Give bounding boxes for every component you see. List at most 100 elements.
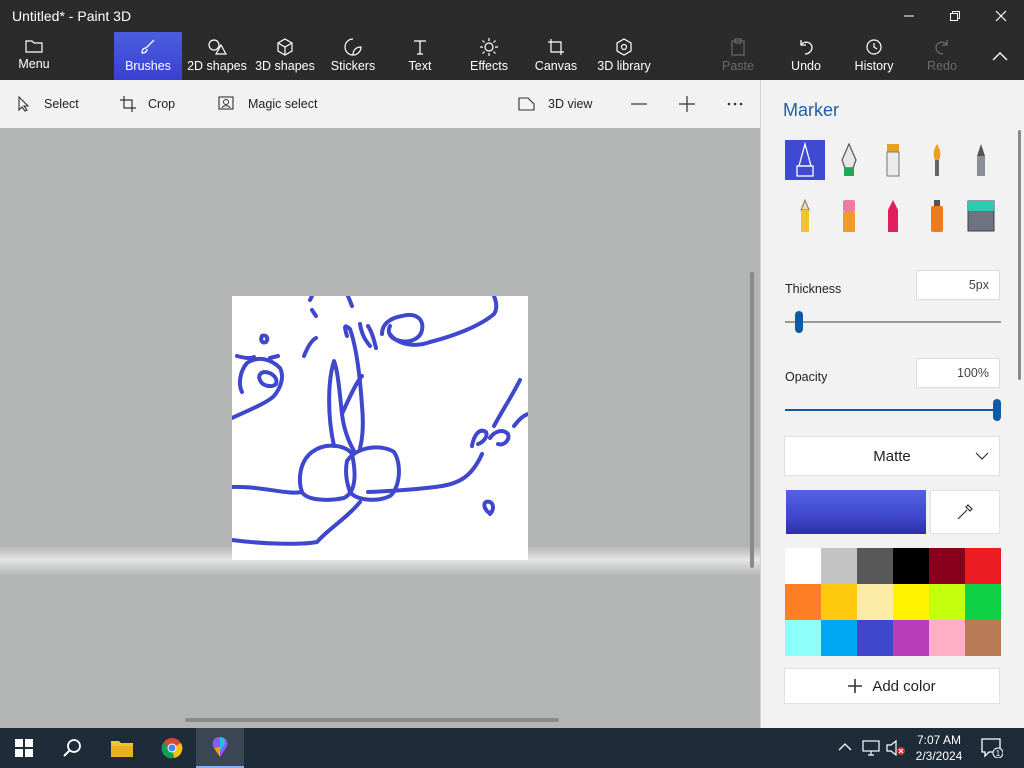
opacity-slider-thumb[interactable] <box>993 399 1001 421</box>
select-button[interactable]: Select <box>16 80 79 128</box>
redo-label: Redo <box>927 59 957 73</box>
workspace <box>0 128 760 728</box>
tab-label: 3D shapes <box>255 59 315 73</box>
start-button[interactable] <box>0 728 48 768</box>
drawing-canvas[interactable] <box>232 296 528 560</box>
color-swatch[interactable] <box>857 548 893 584</box>
history-label: History <box>854 59 894 73</box>
color-palette <box>785 548 1001 656</box>
3d-library-icon <box>616 38 632 56</box>
color-swatch[interactable] <box>857 584 893 620</box>
pencil-brush[interactable] <box>785 196 825 236</box>
collapse-ribbon-button[interactable] <box>980 32 1020 80</box>
eraser-brush[interactable] <box>829 196 869 236</box>
history-icon <box>866 39 882 55</box>
finish-dropdown[interactable]: Matte <box>784 436 1000 476</box>
chevron-up-icon[interactable] <box>838 742 852 752</box>
marker-brush[interactable] <box>785 140 825 180</box>
color-swatch[interactable] <box>785 548 821 584</box>
oil-brush[interactable] <box>873 140 913 180</box>
redo-icon <box>935 40 948 55</box>
crayon-brush[interactable] <box>873 196 913 236</box>
thickness-slider[interactable] <box>785 321 1001 323</box>
paste-button[interactable]: Paste <box>718 32 758 80</box>
thickness-input[interactable]: 5px <box>916 270 1000 300</box>
panel-scrollbar[interactable] <box>1018 130 1021 380</box>
menu-button[interactable]: Menu <box>0 32 68 80</box>
tab-canvas[interactable]: Canvas <box>528 32 584 80</box>
thickness-slider-thumb[interactable] <box>795 311 804 333</box>
tab-label: 3D library <box>597 59 651 73</box>
current-color-swatch[interactable] <box>786 490 926 534</box>
undo-button[interactable]: Undo <box>784 32 828 80</box>
action-center-button[interactable]: 1 <box>972 728 1012 768</box>
effects-icon <box>480 38 498 56</box>
color-swatch[interactable] <box>965 548 1001 584</box>
file-explorer-button[interactable] <box>98 728 146 768</box>
fill-brush[interactable] <box>961 196 1001 236</box>
crop-button[interactable]: Crop <box>120 80 175 128</box>
color-swatch[interactable] <box>965 620 1001 656</box>
tab-stickers[interactable]: Stickers <box>322 32 384 80</box>
calligraphy-pen-brush[interactable] <box>829 140 869 180</box>
color-swatch[interactable] <box>929 584 965 620</box>
chrome-button[interactable] <box>148 728 196 768</box>
zoom-in-button[interactable] <box>678 80 696 128</box>
3d-view-button[interactable]: 3D view <box>518 80 592 128</box>
color-swatch[interactable] <box>821 620 857 656</box>
pencil-icon <box>800 198 810 232</box>
vertical-scrollbar[interactable] <box>750 272 754 568</box>
color-swatch[interactable] <box>893 584 929 620</box>
opacity-label: Opacity <box>785 370 828 384</box>
tab-label: Canvas <box>534 59 578 73</box>
paint3d-button[interactable] <box>196 728 244 768</box>
horizontal-scrollbar[interactable] <box>185 718 559 722</box>
color-swatch[interactable] <box>785 584 821 620</box>
zoom-out-button[interactable] <box>630 80 648 128</box>
search-button[interactable] <box>48 728 96 768</box>
plus-icon <box>848 679 863 693</box>
magic-select-button[interactable]: Magic select <box>218 80 317 128</box>
tool-bar: Select Crop Magic select 3D view <box>0 80 760 128</box>
tab-effects[interactable]: Effects <box>462 32 516 80</box>
add-color-button[interactable]: Add color <box>784 668 1000 704</box>
color-swatch[interactable] <box>893 620 929 656</box>
tab-brushes[interactable]: Brushes <box>114 32 182 80</box>
color-swatch[interactable] <box>965 584 1001 620</box>
opacity-input[interactable]: 100% <box>916 358 1000 388</box>
redo-button[interactable]: Redo <box>920 32 964 80</box>
window-title: Untitled* - Paint 3D <box>12 8 132 24</box>
color-swatch[interactable] <box>929 548 965 584</box>
color-swatch[interactable] <box>821 584 857 620</box>
clock-date: 2/3/2024 <box>915 749 963 763</box>
color-swatch[interactable] <box>785 620 821 656</box>
network-icon[interactable] <box>862 740 880 756</box>
color-swatch[interactable] <box>857 620 893 656</box>
color-swatch[interactable] <box>821 548 857 584</box>
system-clock[interactable]: 7:07 AM 2/3/2024 <box>912 732 966 764</box>
volume-muted-icon[interactable] <box>886 740 906 756</box>
more-options-button[interactable] <box>726 80 744 128</box>
tab-label: Effects <box>470 59 508 73</box>
minimize-button[interactable] <box>886 0 932 32</box>
spray-can-brush[interactable] <box>917 196 957 236</box>
menu-label: Menu <box>18 57 50 71</box>
history-button[interactable]: History <box>850 32 898 80</box>
tab-3d-shapes[interactable]: 3D shapes <box>252 32 318 80</box>
calligraphy-pen-icon <box>841 142 857 176</box>
pixel-pen-brush[interactable] <box>961 140 1001 180</box>
crop-icon <box>120 96 136 112</box>
tab-2d-shapes[interactable]: 2D shapes <box>184 32 250 80</box>
tab-text[interactable]: Text <box>392 32 448 80</box>
tab-label: 2D shapes <box>187 59 247 73</box>
minus-icon <box>631 103 647 105</box>
color-swatch[interactable] <box>929 620 965 656</box>
close-button[interactable] <box>978 0 1024 32</box>
eyedropper-button[interactable] <box>930 490 1000 534</box>
watercolor-brush[interactable] <box>917 140 957 180</box>
tab-3d-library[interactable]: 3D library <box>594 32 654 80</box>
color-swatch[interactable] <box>893 548 929 584</box>
restore-button[interactable] <box>932 0 978 32</box>
3d-view-label: 3D view <box>548 97 593 111</box>
opacity-slider[interactable] <box>785 409 1001 411</box>
